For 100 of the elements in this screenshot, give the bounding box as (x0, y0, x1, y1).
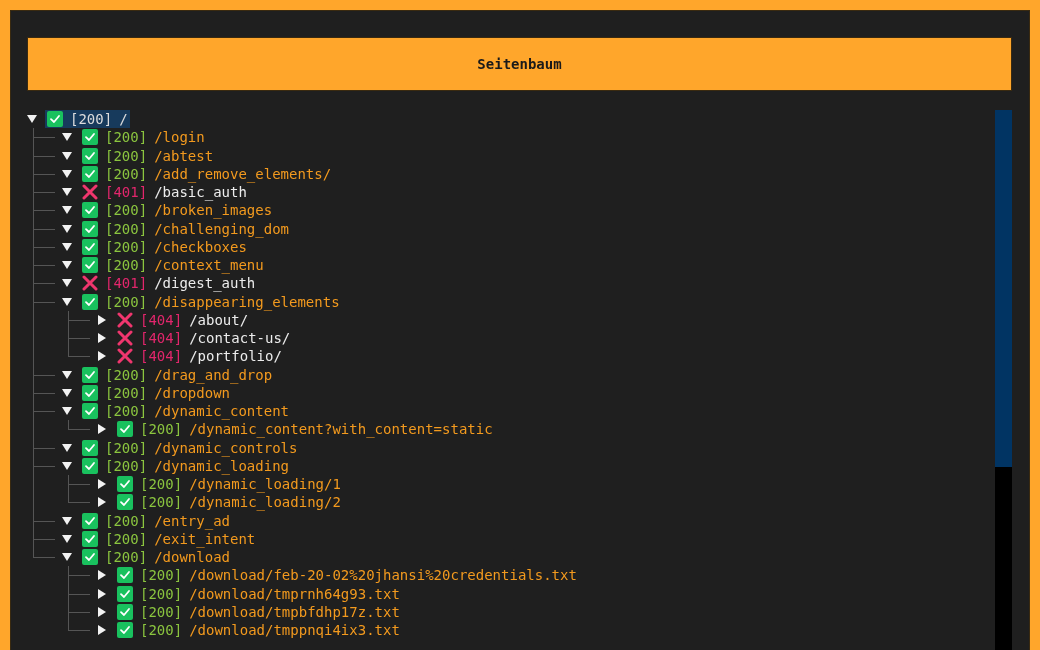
caret-icon[interactable] (97, 351, 107, 362)
caret-icon[interactable] (62, 387, 72, 398)
status-code: [200] (105, 129, 148, 146)
tree-item[interactable]: [200] /drag_and_drop (80, 365, 275, 384)
caret-icon[interactable] (97, 314, 107, 325)
status-code: [401] (105, 275, 148, 292)
status-code: [200] (105, 202, 148, 219)
tree-item[interactable]: [404] /about/ (115, 310, 251, 329)
tree-item[interactable]: [200] /dynamic_content?with_content=static (115, 420, 495, 439)
status-code: [200] (105, 293, 148, 310)
caret-icon[interactable] (62, 278, 72, 289)
caret-icon[interactable] (62, 187, 72, 198)
tree-item[interactable]: [200] /entry_ad (80, 511, 232, 530)
caret-icon[interactable] (62, 205, 72, 216)
page-path: / (119, 111, 128, 128)
caret-icon[interactable] (62, 442, 72, 453)
caret-icon[interactable] (62, 460, 72, 471)
caret-icon[interactable] (97, 570, 107, 581)
tree-item[interactable]: [200] / (45, 110, 130, 129)
page-path: /dynamic_controls (154, 439, 298, 456)
tree-item[interactable]: [404] /contact-us/ (115, 329, 293, 348)
tree-item[interactable]: [200] /dynamic_loading (80, 456, 291, 475)
caret-icon[interactable] (97, 333, 107, 344)
caret-icon[interactable] (62, 223, 72, 234)
status-code: [404] (140, 330, 183, 347)
status-code: [200] (140, 585, 183, 602)
caret-icon[interactable] (97, 424, 107, 435)
caret-icon[interactable] (97, 588, 107, 599)
tree-item[interactable]: [200] /abtest (80, 146, 216, 165)
tree-item[interactable]: [200] /broken_images (80, 201, 275, 220)
caret-icon[interactable] (62, 132, 72, 143)
page-path: /entry_ad (154, 512, 230, 529)
page-path: /context_menu (154, 257, 264, 274)
status-code: [404] (140, 348, 183, 365)
status-code: [200] (140, 421, 183, 438)
tree-item[interactable]: [200] /dynamic_loading/1 (115, 475, 343, 494)
caret-icon[interactable] (62, 150, 72, 161)
page-path: /abtest (154, 147, 214, 164)
caret-icon[interactable] (62, 406, 72, 417)
tree-item[interactable]: [200] /dynamic_content (80, 402, 291, 421)
tree-item[interactable]: [200] /disappearing_elements (80, 292, 342, 311)
page-path: /dynamic_content (154, 403, 289, 420)
page-path: /basic_auth (154, 184, 247, 201)
status-code: [401] (105, 184, 148, 201)
tree-item[interactable]: [200] /exit_intent (80, 529, 258, 548)
caret-icon[interactable] (62, 369, 72, 380)
page-path: /disappearing_elements (154, 293, 340, 310)
caret-icon[interactable] (62, 296, 72, 307)
caret-icon[interactable] (62, 168, 72, 179)
tree-item[interactable]: [200] /dynamic_controls (80, 438, 300, 457)
status-code: [200] (105, 403, 148, 420)
caret-icon[interactable] (97, 625, 107, 636)
page-path: /dynamic_content?with_content=static (189, 421, 493, 438)
scrollbar[interactable] (995, 110, 1012, 650)
caret-icon[interactable] (62, 533, 72, 544)
tree-item[interactable]: [404] /portfolio/ (115, 347, 284, 366)
tree-item[interactable]: [200] /download (80, 548, 232, 567)
status-code: [200] (105, 366, 148, 383)
tree-item[interactable]: [200] /checkboxes (80, 237, 249, 256)
status-code: [404] (140, 311, 183, 328)
page-path: /checkboxes (154, 238, 247, 255)
page-path: /digest_auth (154, 275, 256, 292)
status-code: [200] (105, 220, 148, 237)
caret-icon[interactable] (62, 241, 72, 252)
tree-item[interactable]: [200] /login (80, 128, 207, 147)
tree-item[interactable]: [200] /add_remove_elements/ (80, 164, 334, 183)
tree-item[interactable]: [200] /download/tmppnqi4ix3.txt (115, 621, 402, 640)
status-code: [200] (105, 238, 148, 255)
page-path: /dynamic_loading/1 (189, 476, 341, 493)
page-path: /login (154, 129, 205, 146)
tree-item[interactable]: [401] /basic_auth (80, 183, 249, 202)
tree-item[interactable]: [200] /download/feb-20-02%20jhansi%20credentials.txt (115, 566, 579, 585)
page-path: /add_remove_elements/ (154, 165, 332, 182)
tree-item[interactable]: [200] /download/tmpbfdhp17z.txt (115, 602, 402, 621)
status-code: [200] (105, 530, 148, 547)
panel-title: Seitenbaum (477, 56, 562, 72)
caret-icon[interactable] (62, 552, 72, 563)
tree-item[interactable]: [401] /digest_auth (80, 274, 258, 293)
caret-icon[interactable] (97, 606, 107, 617)
page-path: /broken_images (154, 202, 273, 219)
page-path: /challenging_dom (154, 220, 289, 237)
status-code: [200] (140, 603, 183, 620)
tree-item[interactable]: [200] /dynamic_loading/2 (115, 493, 343, 512)
tree-item[interactable]: [200] /dropdown (80, 383, 232, 402)
status-code: [200] (105, 549, 148, 566)
caret-icon[interactable] (62, 260, 72, 271)
scrollbar-thumb[interactable] (995, 110, 1012, 467)
tree-item[interactable]: [200] /challenging_dom (80, 219, 291, 238)
status-code: [200] (105, 512, 148, 529)
status-code: [200] (105, 439, 148, 456)
caret-icon[interactable] (27, 114, 37, 125)
caret-icon[interactable] (62, 515, 72, 526)
caret-icon[interactable] (97, 497, 107, 508)
tree-item[interactable]: [200] /context_menu (80, 256, 266, 275)
caret-icon[interactable] (97, 479, 107, 490)
status-code: [200] (105, 147, 148, 164)
page-path: /about/ (189, 311, 249, 328)
page-path: /drag_and_drop (154, 366, 273, 383)
tree-item[interactable]: [200] /download/tmprnh64g93.txt (115, 584, 402, 603)
page-path: /exit_intent (154, 530, 256, 547)
